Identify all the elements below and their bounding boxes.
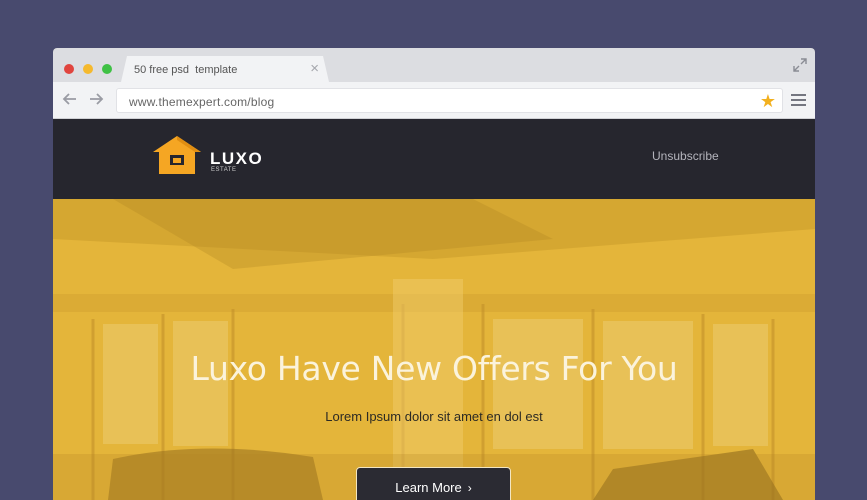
- learn-more-button[interactable]: Learn More ›: [356, 467, 511, 500]
- house-icon: [153, 136, 201, 174]
- browser-toolbar: www.themexpert.com/blog ★: [53, 82, 815, 119]
- close-dot-icon[interactable]: [64, 64, 74, 74]
- maximize-dot-icon[interactable]: [102, 64, 112, 74]
- minimize-dot-icon[interactable]: [83, 64, 93, 74]
- hero-title: Luxo Have New Offers For You: [190, 349, 678, 388]
- site-header: LUXO ESTATE Unsubscribe: [53, 119, 815, 199]
- unsubscribe-link[interactable]: Unsubscribe: [652, 149, 719, 163]
- forward-arrow-icon[interactable]: [88, 91, 104, 107]
- bookmark-star-icon[interactable]: ★: [760, 91, 776, 111]
- title-bar: 50 free psd template ×: [53, 48, 815, 82]
- url-text[interactable]: www.themexpert.com/blog: [129, 95, 274, 109]
- logo[interactable]: LUXO ESTATE: [152, 135, 272, 179]
- back-arrow-icon[interactable]: [62, 91, 78, 107]
- hero-subtitle: Lorem Ipsum dolor sit amet en dol est: [325, 409, 543, 424]
- logo-subtitle: ESTATE: [211, 167, 237, 173]
- learn-more-label: Learn More: [395, 480, 462, 495]
- browser-tab[interactable]: 50 free psd template ×: [121, 56, 329, 82]
- chevron-right-icon: ›: [467, 481, 472, 495]
- logo-name: LUXO: [210, 149, 264, 168]
- tab-title: 50 free psd template: [134, 64, 238, 76]
- browser-window: 50 free psd template × www.themexpert.co…: [53, 48, 815, 500]
- expand-icon[interactable]: [793, 58, 807, 72]
- tab-close-icon[interactable]: ×: [310, 61, 319, 77]
- address-bar[interactable]: www.themexpert.com/blog ★: [116, 88, 783, 113]
- hero-banner: Luxo Have New Offers For You Lorem Ipsum…: [53, 199, 815, 500]
- menu-icon[interactable]: [791, 94, 806, 107]
